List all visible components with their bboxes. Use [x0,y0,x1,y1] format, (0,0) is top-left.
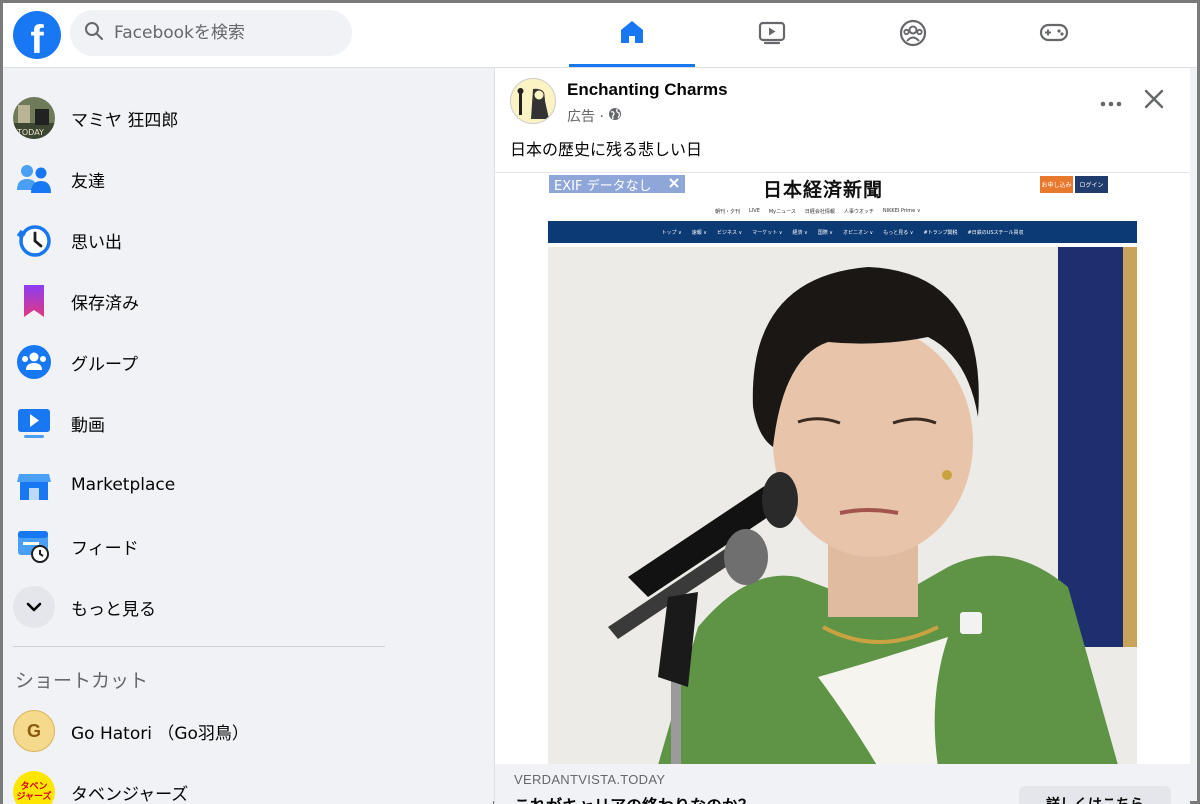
groups-icon [13,341,55,383]
sidebar-item-marketplace[interactable]: Marketplace [13,459,175,511]
shortcut-label: Go Hatori （Go羽鳥） [71,723,249,744]
subscribe-badge: お申し込み [1040,176,1073,193]
learn-more-button[interactable]: 詳しくはこちら [1019,786,1171,804]
svg-text:TODAY: TODAY [16,128,44,137]
sidebar-item-label: 保存済み [71,293,139,314]
friends-icon [13,158,55,200]
link-preview[interactable]: VERDANTVISTA.TODAY これがキャリアの終わりなのか？ 詳しくはこ… [495,764,1190,804]
globe-icon [608,107,622,125]
sidebar-item-memories[interactable]: 思い出 [13,214,122,266]
home-icon [618,18,646,50]
tab-video[interactable] [709,3,835,67]
shop-icon [13,464,55,506]
link-domain: VERDANTVISTA.TODAY [514,772,666,787]
nav-item: #トランプ関税 [923,229,958,236]
avatar-text: タベン ジャーズ [16,782,52,802]
sidebar-divider [13,646,385,647]
nav-item: #日鉄のUSスチール買収 [967,229,1024,236]
groups-icon [899,19,927,51]
avatar: TODAY [13,97,55,139]
video-icon [758,19,786,51]
nikkei-nav: トップ ∨ 速報 ∨ ビジネス ∨ マーケット ∨ 経済 ∨ 国際 ∨ オピニオ… [548,221,1137,243]
sidebar-item-label: フィード [71,538,139,559]
sidebar-item-feed[interactable]: フィード [13,520,139,572]
more-options-button[interactable] [1091,86,1131,116]
shortcut-item-tabengers[interactable]: タベン ジャーズ タベンジャーズ [13,766,188,804]
sidebar-item-label: 動画 [71,415,105,436]
close-button[interactable] [1135,82,1173,120]
page-avatar[interactable] [510,78,556,124]
nav-item: トップ ∨ [661,229,682,236]
shortcut-item-go-hatori[interactable]: G Go Hatori （Go羽鳥） [13,705,249,757]
link-headline[interactable]: これがキャリアの終わりなのか？ [514,792,754,804]
tab-home[interactable] [569,3,695,67]
sidebar-item-label: 思い出 [71,232,122,253]
feed-icon [13,525,55,567]
sidebar-item-profile[interactable]: TODAY マミヤ 狂四郎 [13,92,178,144]
facebook-logo[interactable]: f [13,11,61,59]
sidebar-item-video[interactable]: 動画 [13,397,105,449]
nav-item: マーケット ∨ [752,229,783,236]
video-icon [13,402,55,444]
left-sidebar: TODAY マミヤ 狂四郎 友達 思い出 保存済み グループ 動画 Market… [3,68,493,804]
sidebar-item-label: マミヤ 狂四郎 [71,110,179,131]
subnav-item: Myニュース [768,209,796,215]
bookmark-icon [13,280,55,322]
close-icon [669,177,679,192]
nav-item: もっと見る ∨ [883,229,914,236]
exif-label: EXIF データなし [554,178,652,194]
sidebar-item-label: グループ [71,354,138,375]
sidebar-item-saved[interactable]: 保存済み [13,275,139,327]
masthead: 日本経済新聞 [763,179,884,201]
subnav-item: 朝刊・夕刊 [715,209,741,215]
search-icon [84,21,104,45]
gamepad-icon [1039,19,1069,51]
sidebar-item-groups[interactable]: グループ [13,336,138,388]
post-text: 日本の歴史に残る悲しい日 [510,140,703,159]
tab-groups[interactable] [850,3,976,67]
subnav-item: NIKKEI Prime ∨ [882,208,921,214]
exif-badge: EXIF データなし [549,175,685,194]
sidebar-item-label: 友達 [71,171,105,192]
login-badge: ログイン [1075,176,1108,193]
nav-item: 国際 ∨ [817,229,833,236]
shortcuts-title: ショートカット [15,670,149,692]
avatar: G [13,710,55,752]
nav-item: 速報 ∨ [691,229,707,236]
sidebar-item-label: もっと見る [71,599,156,620]
more-icon [1100,92,1122,111]
nav-item: 経済 ∨ [792,229,808,236]
tab-gaming[interactable] [991,3,1117,67]
subnav-item: 人事ウオッチ [843,209,874,215]
clock-history-icon [13,219,55,261]
top-bar: f [3,3,1197,68]
nikkei-subnav: 朝刊・夕刊 LIVE Myニュース 日経会社情報 人事ウオッチ NIKKEI P… [715,208,955,215]
search-input[interactable] [114,23,324,43]
sponsored-text: 広告 · [567,109,604,125]
subnav-item: LIVE [749,208,760,214]
nav-item: ビジネス ∨ [716,229,743,236]
sidebar-item-label: Marketplace [71,475,176,495]
chevron-down-icon [13,586,55,628]
avatar: タベン ジャーズ [13,771,55,804]
sidebar-item-see-more[interactable]: もっと見る [13,581,156,633]
shortcut-label: タベンジャーズ [71,784,189,804]
search-box[interactable] [70,10,352,56]
nav-item: オピニオン ∨ [842,229,874,236]
avatar-letter: G [26,720,41,741]
sponsored-label: 広告 · [567,106,622,126]
news-photo [548,247,1137,765]
page-name[interactable]: Enchanting Charms [567,80,728,100]
sidebar-item-friends[interactable]: 友達 [13,153,105,205]
post-card: Enchanting Charms 広告 · 日本の歴史に残る悲しい日 EXIF… [494,68,1190,804]
close-icon [1144,89,1164,113]
subnav-item: 日経会社情報 [804,209,835,215]
ad-image[interactable]: EXIF データなし 日本経済新聞 お申し込み ログイン 朝刊・夕刊 LIVE … [495,172,1190,765]
